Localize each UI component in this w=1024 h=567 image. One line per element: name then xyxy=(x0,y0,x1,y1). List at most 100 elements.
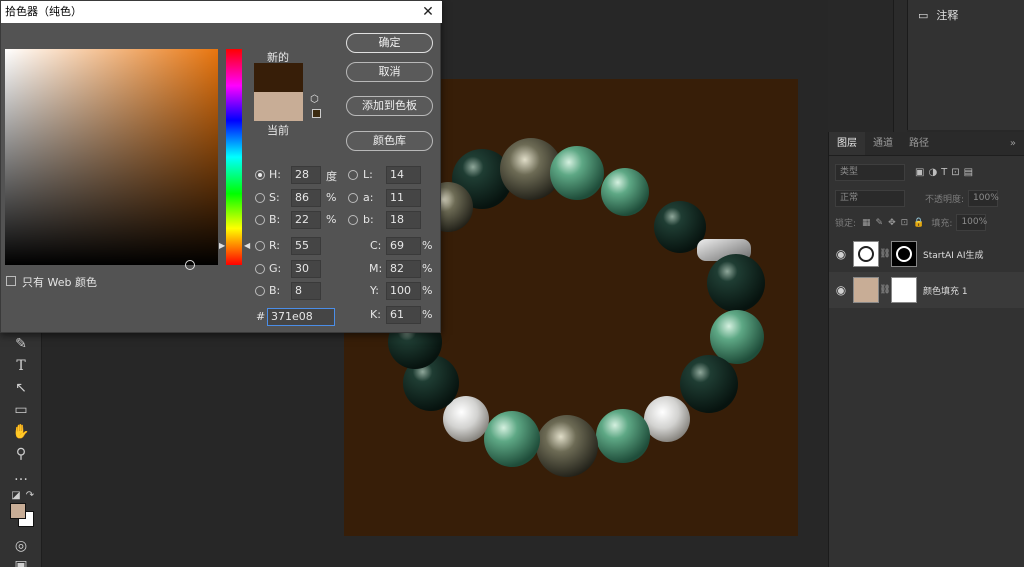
hand-tool-icon[interactable]: ✋ xyxy=(9,422,33,442)
saturation-unit: % xyxy=(326,191,337,204)
lightness-label: L: xyxy=(363,168,373,181)
eye-icon[interactable]: ◉ xyxy=(829,283,853,297)
panel-expand-icon[interactable]: » xyxy=(1002,132,1024,155)
lock-row: 锁定: ▦✎✥⊡🔒 填充: 100% xyxy=(829,214,1024,231)
color-picker-dialog: 拾色器（纯色） ✕ ▶ ◀ 新的 当前 ⬡ 确定 取消 添加到色板 颜色库 H:… xyxy=(0,0,442,333)
green-input[interactable]: 30 xyxy=(291,260,321,278)
rectangle-tool-icon[interactable]: ▭ xyxy=(9,400,33,420)
layer-mask-thumbnail xyxy=(891,241,917,267)
comment-icon: ▭ xyxy=(918,8,929,22)
hex-input[interactable]: 371e08 xyxy=(267,308,335,326)
brightness-label: B: xyxy=(269,213,281,226)
dialog-titlebar: 拾色器（纯色） ✕ xyxy=(1,1,442,23)
color-libraries-button[interactable]: 颜色库 xyxy=(346,131,433,151)
layers-panel: 图层 通道 路径 » 类型 ▣◑T⊡▤ 正常 不透明度: 100% 锁定: ▦✎… xyxy=(828,132,1024,567)
hue-input[interactable]: 28 xyxy=(291,166,321,184)
lock-icons[interactable]: ▦✎✥⊡🔒 xyxy=(862,218,929,228)
hue-unit: 度 xyxy=(326,170,337,183)
cancel-button[interactable]: 取消 xyxy=(346,62,433,82)
cyan-label: C: xyxy=(370,239,382,252)
color-field-cursor[interactable] xyxy=(185,260,195,270)
new-color-swatch xyxy=(254,63,303,92)
hue-slider[interactable] xyxy=(226,49,242,265)
saturation-label: S: xyxy=(269,191,280,204)
tab-channels[interactable]: 通道 xyxy=(865,132,901,155)
magenta-unit: % xyxy=(422,262,433,275)
brightness-radio[interactable] xyxy=(255,215,265,225)
path-selection-tool-icon[interactable]: ↖ xyxy=(9,378,33,398)
layer-filter-icons[interactable]: ▣◑T⊡▤ xyxy=(915,167,977,178)
foreground-color-swatch[interactable] xyxy=(10,503,26,519)
lightness-radio[interactable] xyxy=(348,170,358,180)
notes-panel: ▭ 注释 xyxy=(907,0,1024,130)
link-icon[interactable]: ⛓ xyxy=(879,249,891,259)
layer-filter-input[interactable]: 类型 xyxy=(835,164,905,181)
close-icon[interactable]: ✕ xyxy=(420,1,436,23)
saturation-input[interactable]: 86 xyxy=(291,189,321,207)
tab-layers[interactable]: 图层 xyxy=(829,132,865,155)
red-input[interactable]: 55 xyxy=(291,237,321,255)
lock-label: 锁定: xyxy=(835,219,857,229)
fill-input[interactable]: 100% xyxy=(956,214,987,231)
layer-row[interactable]: ◉ ⛓ 颜色填充 1 xyxy=(829,272,1024,308)
hue-slider-right-arrow-icon[interactable]: ◀ xyxy=(244,241,250,250)
tab-paths[interactable]: 路径 xyxy=(901,132,937,155)
hue-radio[interactable] xyxy=(255,170,265,180)
opacity-input[interactable]: 100% xyxy=(968,190,999,207)
more-tools-icon[interactable]: … xyxy=(9,466,33,486)
brightness-input[interactable]: 22 xyxy=(291,211,321,229)
blue-label: B: xyxy=(269,284,281,297)
link-icon[interactable]: ⛓ xyxy=(879,285,891,295)
saturation-radio[interactable] xyxy=(255,193,265,203)
color-field[interactable] xyxy=(5,49,218,270)
layer-row[interactable]: ◉ ⛓ StartAI AI生成 xyxy=(829,236,1024,272)
screen-mode-icon[interactable]: ▣ xyxy=(9,556,33,567)
blend-mode-select[interactable]: 正常 xyxy=(835,190,905,207)
notes-panel-header[interactable]: ▭ 注释 xyxy=(908,0,1024,30)
a-channel-radio[interactable] xyxy=(348,193,358,203)
out-of-gamut-cube-icon[interactable]: ⬡ xyxy=(310,94,319,105)
web-colors-only-checkbox[interactable] xyxy=(6,276,16,286)
brightness-unit: % xyxy=(326,213,337,226)
eye-icon[interactable]: ◉ xyxy=(829,247,853,261)
a-channel-label: a: xyxy=(363,191,374,204)
tools-toolbar: ✎ T ↖ ▭ ✋ ⚲ … ◪ ↷ ◎ ▣ xyxy=(0,330,42,567)
current-color-label: 当前 xyxy=(267,124,289,137)
green-label: G: xyxy=(269,262,282,275)
magenta-label: M: xyxy=(369,262,383,275)
layer-filter-row: 类型 ▣◑T⊡▤ xyxy=(829,164,1024,181)
blue-input[interactable]: 8 xyxy=(291,282,321,300)
web-colors-only-label: 只有 Web 颜色 xyxy=(22,276,97,289)
blue-radio[interactable] xyxy=(255,286,265,296)
layer-thumbnail xyxy=(853,241,879,267)
web-safe-color-swatch[interactable] xyxy=(312,109,321,118)
pen-tool-icon[interactable]: ✎ xyxy=(9,334,33,354)
magenta-input[interactable]: 82 xyxy=(386,260,421,278)
current-color-swatch[interactable] xyxy=(254,92,303,121)
a-channel-input[interactable]: 11 xyxy=(386,189,421,207)
green-radio[interactable] xyxy=(255,264,265,274)
ok-button[interactable]: 确定 xyxy=(346,33,433,53)
blend-row: 正常 不透明度: 100% xyxy=(829,190,1024,207)
red-radio[interactable] xyxy=(255,241,265,251)
b-channel-label: b: xyxy=(363,213,374,226)
cyan-input[interactable]: 69 xyxy=(386,237,421,255)
lightness-input[interactable]: 14 xyxy=(386,166,421,184)
quick-mask-icon[interactable]: ◎ xyxy=(9,536,33,556)
yellow-input[interactable]: 100 xyxy=(386,282,421,300)
layer-thumbnail xyxy=(853,277,879,303)
layer-mask-thumbnail xyxy=(891,277,917,303)
black-input[interactable]: 61 xyxy=(386,306,421,324)
type-tool-icon[interactable]: T xyxy=(9,356,33,376)
layer-name: 颜色填充 1 xyxy=(923,286,968,297)
opacity-label: 不透明度: xyxy=(925,195,965,205)
add-to-swatches-button[interactable]: 添加到色板 xyxy=(346,96,433,116)
yellow-label: Y: xyxy=(370,284,379,297)
black-unit: % xyxy=(422,308,433,321)
b-channel-input[interactable]: 18 xyxy=(386,211,421,229)
b-channel-radio[interactable] xyxy=(348,215,358,225)
hue-slider-left-arrow-icon[interactable]: ▶ xyxy=(219,241,225,250)
zoom-tool-icon[interactable]: ⚲ xyxy=(9,444,33,464)
dialog-title: 拾色器（纯色） xyxy=(5,5,82,18)
layers-panel-tabs: 图层 通道 路径 » xyxy=(829,132,1024,156)
